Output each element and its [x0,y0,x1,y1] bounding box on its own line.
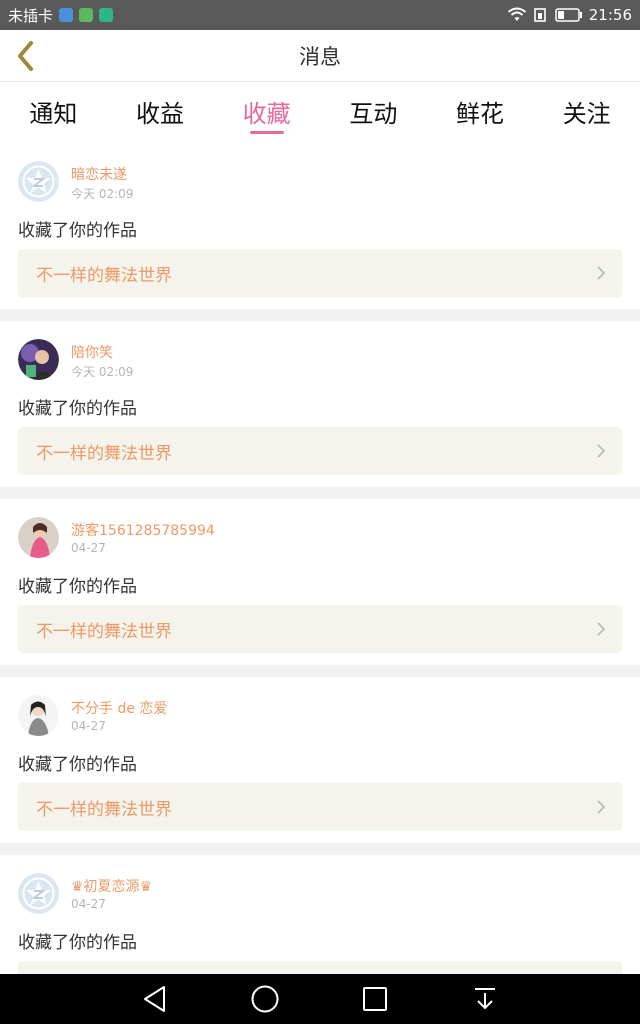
avatar[interactable] [18,695,59,736]
work-title: 不一样的舞法世界 [36,443,172,464]
battery-icon [555,8,582,22]
work-link[interactable]: 不一样的舞法世界 [18,427,622,475]
tab-favorites[interactable]: 收藏 [213,83,320,143]
tab-earnings[interactable]: 收益 [107,83,214,143]
message-item: 不分手 de 恋爱 04-27 收藏了你的作品 不一样的舞法世界 [0,677,640,855]
avatar[interactable] [18,339,59,380]
chevron-right-icon [597,622,606,636]
work-link[interactable] [18,961,622,974]
avatar[interactable] [18,517,59,558]
tab-notifications[interactable]: 通知 [0,83,107,143]
message-item: 暗恋未遂 今天 02:09 收藏了你的作品 不一样的舞法世界 [0,143,640,321]
active-tab-indicator [249,131,284,134]
work-title: 不一样的舞法世界 [36,799,172,820]
tab-bar: 通知 收益 收藏 互动 鲜花 关注 [0,83,640,143]
timestamp: 04-27 [71,897,106,911]
tab-label: 收藏 [242,100,291,128]
timestamp: 04-27 [71,719,106,733]
clock: 21:56 [588,6,632,24]
tab-interactions[interactable]: 互动 [320,83,427,143]
tab-flowers[interactable]: 鲜花 [427,83,534,143]
pull-down-icon [475,988,495,1010]
square-recents-icon [363,987,387,1011]
action-text: 收藏了你的作品 [18,755,137,775]
message-item: 陪你笑 今天 02:09 收藏了你的作品 不一样的舞法世界 [0,321,640,499]
tab-label: 互动 [349,100,398,128]
nav-notifications-button[interactable] [465,979,505,1019]
tab-label: 鲜花 [456,100,505,128]
system-nav-bar [0,974,640,1024]
work-link[interactable]: 不一样的舞法世界 [18,783,622,831]
user-photo-icon [18,517,59,558]
username[interactable]: 游客1561285785994 [71,520,215,540]
timestamp: 今天 02:09 [71,187,134,201]
chevron-left-icon [18,41,33,71]
username[interactable]: 陪你笑 [71,342,113,362]
status-right: 21:56 [507,6,632,24]
avatar[interactable] [18,161,59,202]
tab-label: 关注 [562,100,611,128]
triangle-back-icon [144,986,165,1012]
tab-follows[interactable]: 关注 [533,83,640,143]
nav-home-button[interactable] [245,979,285,1019]
chevron-right-icon [597,266,606,280]
sim-icon [533,8,546,22]
nav-recents-button[interactable] [355,979,395,1019]
username[interactable]: ♛初夏恋源♛ [71,876,152,896]
username[interactable]: 暗恋未遂 [71,164,127,184]
work-title: 不一样的舞法世界 [36,265,172,286]
tab-label: 通知 [29,100,78,128]
status-bar: 未插卡 21:56 [0,0,640,30]
default-avatar-icon [18,873,59,914]
notification-app-icon [59,8,74,22]
work-link[interactable]: 不一样的舞法世界 [18,605,622,653]
chevron-right-icon [597,444,606,458]
user-photo-icon [18,339,59,380]
status-left: 未插卡 [8,5,114,26]
action-text: 收藏了你的作品 [18,221,137,241]
notification-app-icon [79,8,94,22]
work-link[interactable]: 不一样的舞法世界 [18,249,622,297]
username[interactable]: 不分手 de 恋爱 [71,698,167,718]
app-header: 消息 [0,30,640,82]
carrier-text: 未插卡 [8,6,54,25]
message-item: 游客1561285785994 04-27 收藏了你的作品 不一样的舞法世界 [0,499,640,677]
action-text: 收藏了你的作品 [18,577,137,597]
page-title: 消息 [299,44,341,69]
action-text: 收藏了你的作品 [18,933,137,953]
circle-home-icon [251,985,279,1013]
timestamp: 04-27 [71,541,106,555]
message-list[interactable]: 暗恋未遂 今天 02:09 收藏了你的作品 不一样的舞法世界 陪你笑 今天 02… [0,143,640,974]
user-photo-icon [18,695,59,736]
nav-back-button[interactable] [135,979,175,1019]
message-item: ♛初夏恋源♛ 04-27 收藏了你的作品 [0,855,640,974]
back-button[interactable] [8,38,44,74]
notification-shield-icon [99,8,114,22]
action-text: 收藏了你的作品 [18,399,137,419]
default-avatar-icon [18,161,59,202]
avatar[interactable] [18,873,59,914]
wifi-icon [507,7,526,21]
tab-label: 收益 [136,100,184,128]
work-title: 不一样的舞法世界 [36,621,172,642]
timestamp: 今天 02:09 [71,365,134,379]
chevron-right-icon [597,800,606,814]
